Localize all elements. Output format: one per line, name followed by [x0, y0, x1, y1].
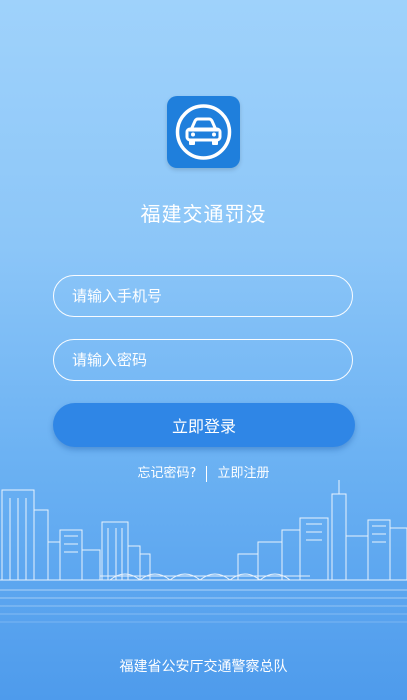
account-links: 忘记密码? 立即注册 — [0, 462, 407, 482]
register-link[interactable]: 立即注册 — [217, 466, 269, 481]
phone-input[interactable] — [72, 276, 332, 316]
password-field[interactable] — [53, 339, 353, 381]
city-skyline-illustration — [0, 480, 407, 623]
footer-org-name: 福建省公安厅交通警察总队 — [119, 659, 288, 675]
forgot-password-link[interactable]: 忘记密码? — [138, 466, 197, 481]
car-icon — [175, 104, 232, 160]
password-input[interactable] — [72, 340, 332, 380]
app-title: 福建交通罚没 — [140, 202, 267, 226]
app-logo — [167, 96, 240, 168]
login-button[interactable]: 立即登录 — [53, 403, 355, 447]
phone-field[interactable] — [53, 275, 353, 317]
